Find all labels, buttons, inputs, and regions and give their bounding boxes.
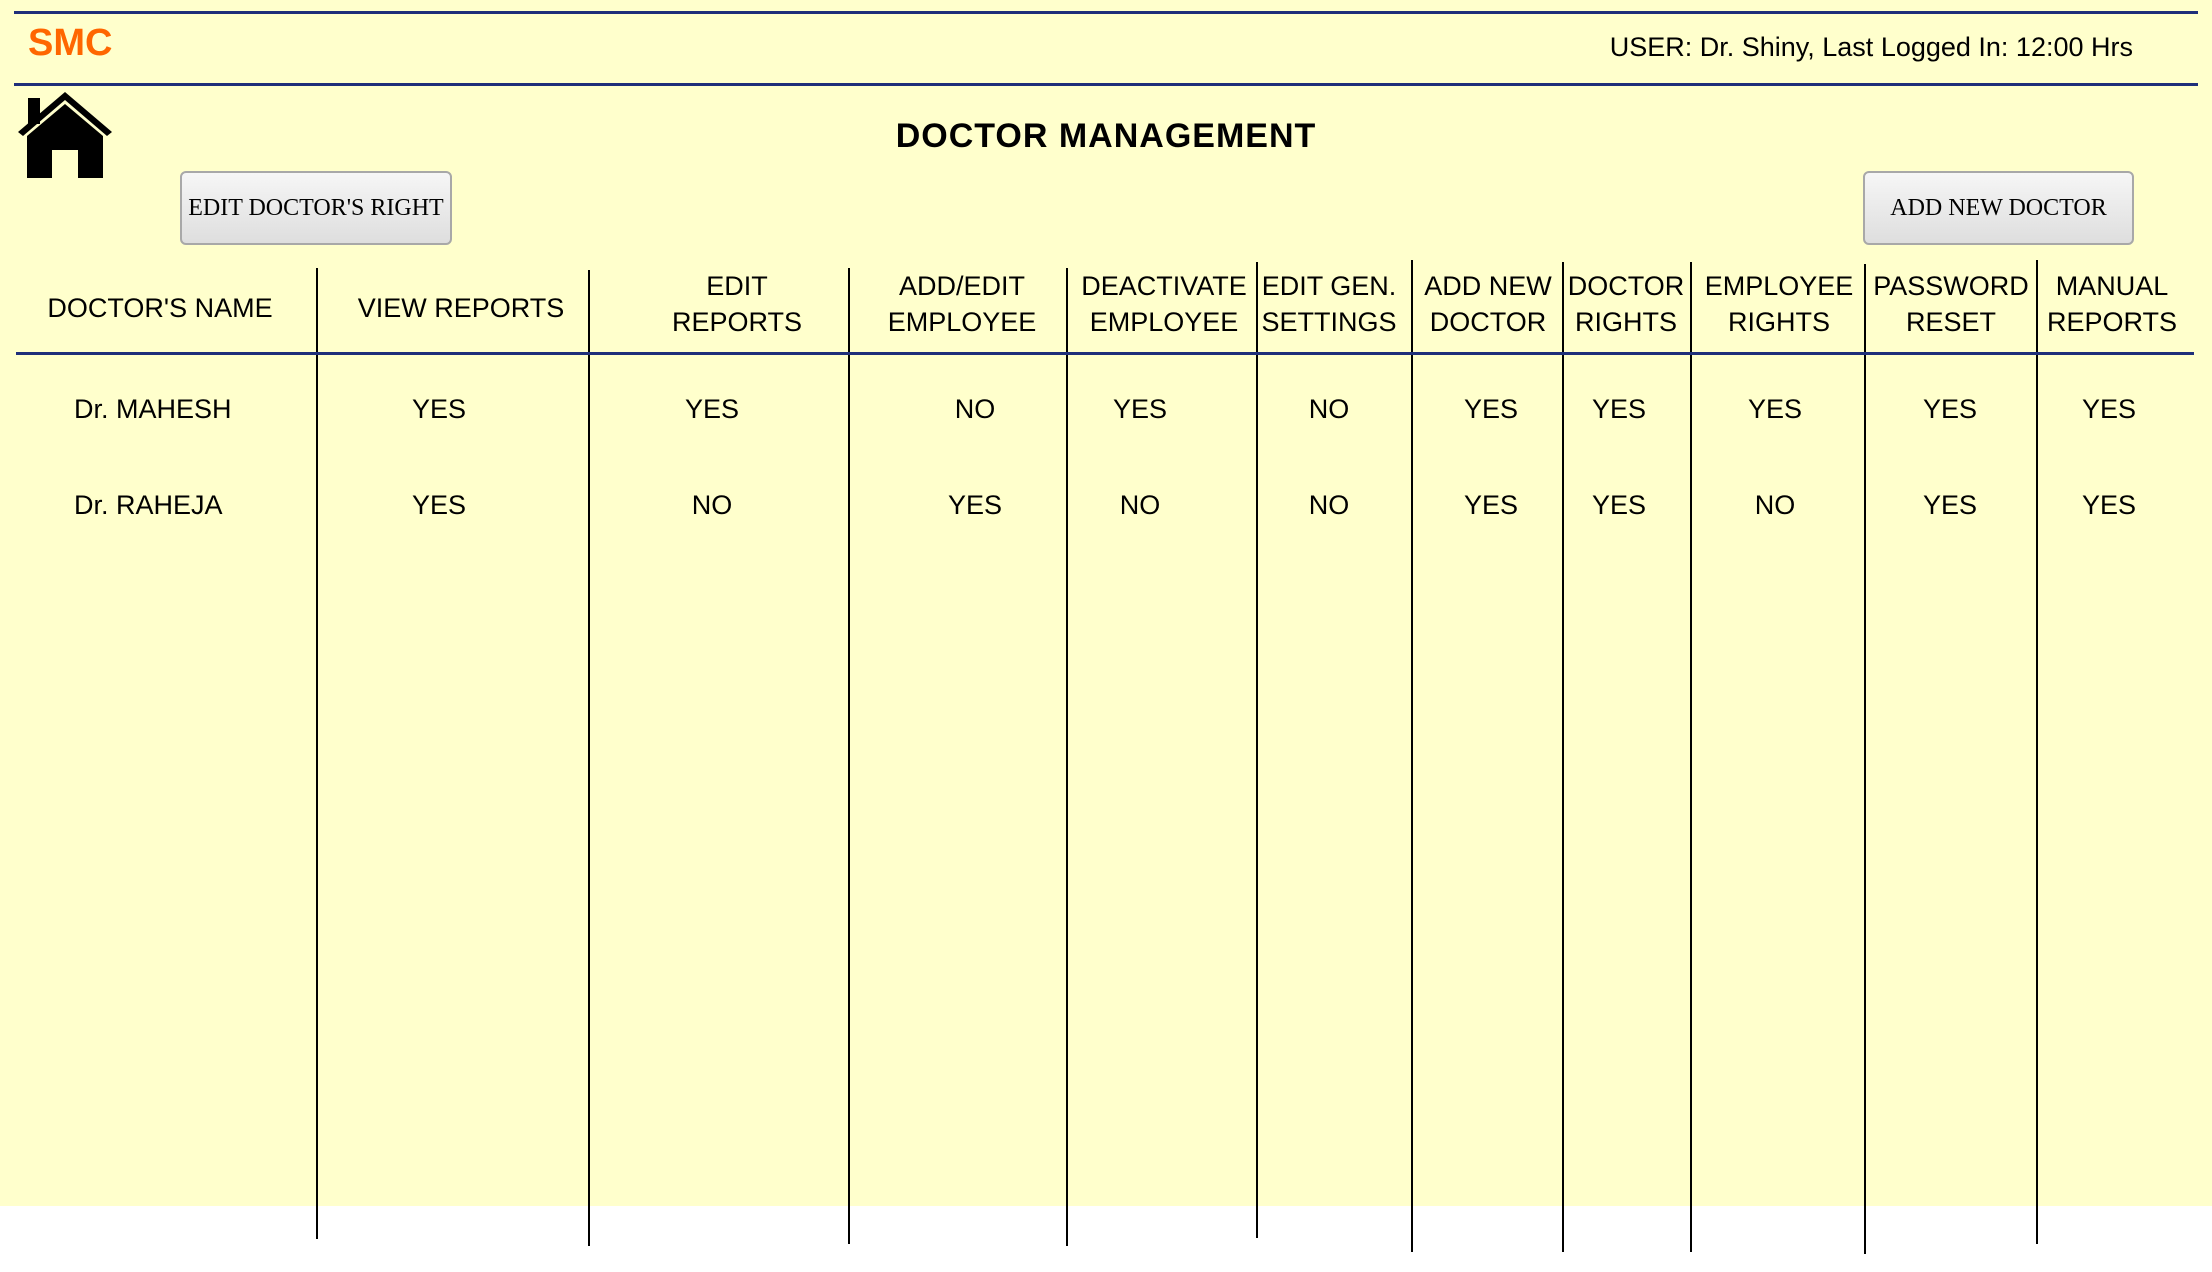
permission-cell: NO <box>954 394 996 424</box>
permission-cell: YES <box>411 490 467 520</box>
column-header-line: EMPLOYEE <box>1089 307 1239 337</box>
column-header-line: REPORTS <box>2046 307 2178 337</box>
column-header: MANUAL REPORTS <box>2047 268 2177 340</box>
permission-cell: YES <box>411 394 467 424</box>
column-divider <box>1066 268 1068 1246</box>
column-header-line: DOCTOR <box>1429 307 1547 337</box>
column-header-line: RIGHTS <box>1574 307 1678 337</box>
column-header: VIEW REPORTS <box>357 293 565 323</box>
permission-cell: YES <box>947 490 1003 520</box>
user-info: USER: Dr. Shiny, Last Logged In: 12:00 H… <box>1609 32 2133 62</box>
doctor-name: Dr. MAHESH <box>74 394 232 424</box>
column-header: EMPLOYEE RIGHTS <box>1705 268 1854 340</box>
column-header: EDIT GEN. SETTINGS <box>1261 268 1396 340</box>
permission-cell: YES <box>1591 490 1647 520</box>
column-divider <box>1411 260 1413 1252</box>
edit-doctor-rights-button[interactable]: EDIT DOCTOR'S RIGHT <box>180 171 452 245</box>
permission-cell: YES <box>1112 394 1168 424</box>
column-header-line: EMPLOYEE <box>887 307 1037 337</box>
column-header-line: EDIT <box>706 271 768 301</box>
column-divider <box>848 268 850 1244</box>
column-header-line: ADD/EDIT <box>898 271 1025 301</box>
column-header-line: SETTINGS <box>1261 307 1397 337</box>
column-header-line: RIGHTS <box>1727 307 1830 337</box>
permission-cell: NO <box>1308 394 1350 424</box>
column-divider <box>1864 264 1866 1254</box>
doctor-name: Dr. RAHEJA <box>74 490 223 520</box>
column-header: DEACTIVATE EMPLOYEE <box>1081 268 1247 340</box>
permission-cell: YES <box>2081 490 2137 520</box>
top-rule <box>14 11 2198 14</box>
column-header-line: REPORTS <box>671 307 803 337</box>
permission-cell: YES <box>1922 490 1978 520</box>
column-divider <box>1256 262 1258 1238</box>
column-header-line: PASSWORD <box>1873 271 2029 301</box>
column-divider <box>588 270 590 1246</box>
column-header-line: EDIT GEN. <box>1261 271 1397 301</box>
app-brand: SMC <box>28 22 113 64</box>
column-header-line: DOCTOR <box>1567 271 1685 301</box>
permission-cell: YES <box>1922 394 1978 424</box>
table-header-rule <box>16 352 2194 355</box>
permission-cell: NO <box>1308 490 1350 520</box>
column-header-line: ADD NEW <box>1424 271 1552 301</box>
permission-cell: NO <box>691 490 733 520</box>
column-header: EDIT REPORTS <box>672 268 802 340</box>
column-header: DOCTOR RIGHTS <box>1568 268 1685 340</box>
column-divider <box>1562 262 1564 1252</box>
permission-cell: YES <box>1463 490 1519 520</box>
page-title: DOCTOR MANAGEMENT <box>895 117 1317 155</box>
column-header-line: DEACTIVATE <box>1081 271 1247 301</box>
column-header: ADD NEW DOCTOR <box>1424 268 1552 340</box>
permission-cell: YES <box>1747 394 1803 424</box>
column-header: PASSWORD RESET <box>1873 268 2029 340</box>
add-new-doctor-button[interactable]: ADD NEW DOCTOR <box>1863 171 2134 245</box>
column-header-line: MANUAL <box>2055 271 2169 301</box>
column-header: ADD/EDIT EMPLOYEE <box>888 268 1037 340</box>
permission-cell: NO <box>1754 490 1796 520</box>
permission-cell: YES <box>1463 394 1519 424</box>
column-header-line: RESET <box>1905 307 1997 337</box>
column-divider <box>316 268 318 1239</box>
permission-cell: YES <box>684 394 740 424</box>
column-divider <box>2036 260 2038 1244</box>
permission-cell: YES <box>1591 394 1647 424</box>
permission-cell: NO <box>1119 490 1161 520</box>
column-header: DOCTOR'S NAME <box>47 293 273 323</box>
header-rule <box>14 83 2198 86</box>
column-divider <box>1690 262 1692 1252</box>
column-header-line: EMPLOYEE <box>1704 271 1854 301</box>
permission-cell: YES <box>2081 394 2137 424</box>
